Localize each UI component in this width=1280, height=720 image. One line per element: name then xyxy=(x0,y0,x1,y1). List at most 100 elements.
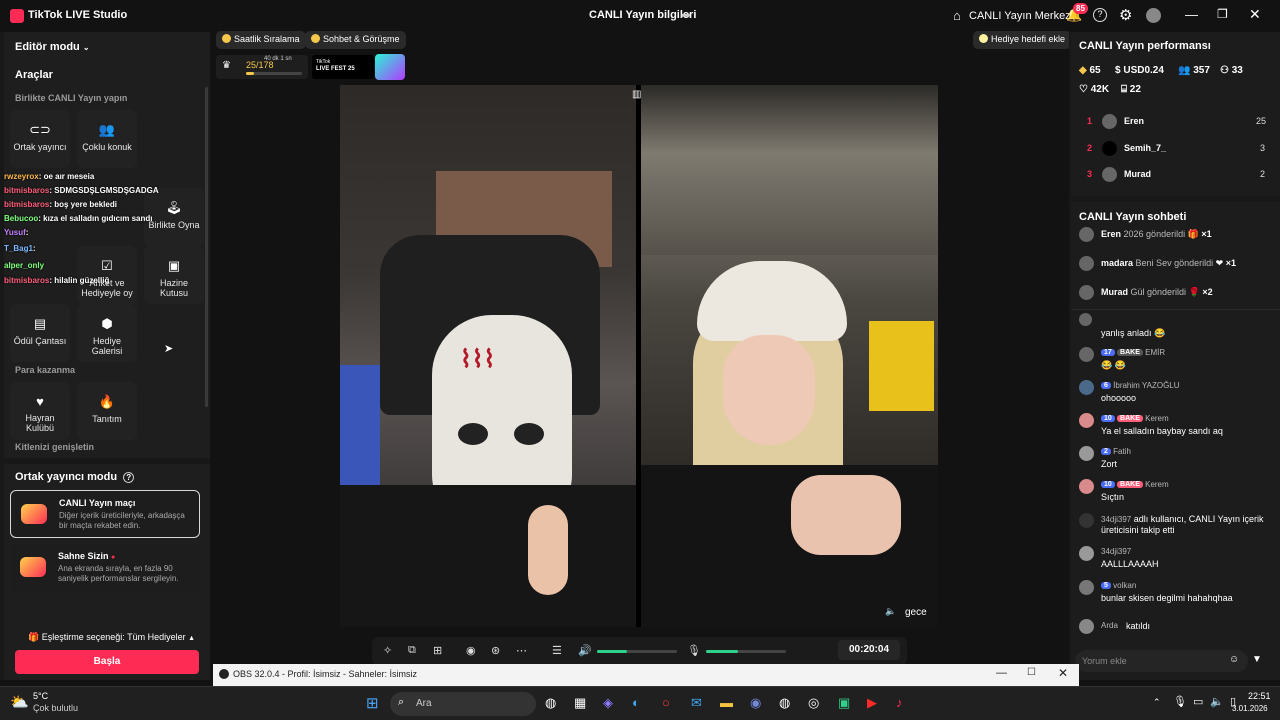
layout-toggle-icon[interactable]: ▥ xyxy=(632,89,641,100)
avatar xyxy=(1079,313,1092,326)
live-center-link[interactable]: CANLI Yayın Merkezi xyxy=(969,10,1073,22)
search-placeholder: Ara xyxy=(416,698,432,709)
windows-start-icon[interactable]: ⊞ xyxy=(366,694,379,712)
volume-slider[interactable] xyxy=(597,650,677,653)
tool-promo[interactable]: 🔥 Tanıtım xyxy=(77,382,137,440)
avatar xyxy=(1079,619,1094,634)
magic-wand-icon[interactable]: ✧ xyxy=(383,644,392,657)
editor-mode-dropdown[interactable]: Editör modu ⌄ xyxy=(15,41,90,53)
chat-username-text: İbrahim YAZOĞLU xyxy=(1113,381,1180,390)
livefest-banner[interactable]: TikTok LIVE FEST 25 xyxy=(312,55,374,79)
tiktok-icon[interactable]: ♪ xyxy=(896,695,903,710)
mic-slider[interactable] xyxy=(706,650,786,653)
obs-maximize-icon[interactable]: ☐ xyxy=(1027,667,1036,678)
tray-mic-icon[interactable]: 🎙 xyxy=(1173,695,1187,708)
gift-goal-chip[interactable]: Hediye hedefi ekle xyxy=(973,31,1072,49)
tool-play-together[interactable]: 🕹 Birlikte Oyna xyxy=(144,188,204,246)
record-icon[interactable]: ◉ xyxy=(466,644,476,657)
left-scrollbar[interactable] xyxy=(205,87,208,407)
tray-chevron-icon[interactable]: ⌃ xyxy=(1153,697,1161,708)
folder-icon[interactable]: ▬ xyxy=(720,695,733,710)
section-expand: Kitlenizi genişletin xyxy=(15,442,95,452)
add-source-icon[interactable]: ⧉ xyxy=(408,644,416,657)
gift-icon: ❤ xyxy=(1215,258,1224,268)
chrome-icon[interactable]: ◍ xyxy=(545,695,556,711)
gift-desc: Gül gönderildi xyxy=(1130,287,1187,297)
start-button[interactable]: Başla xyxy=(15,650,199,674)
taskbar-search[interactable]: ⌕ Ara xyxy=(390,692,536,716)
section-earn: Para kazanma xyxy=(15,365,76,375)
stage-card[interactable]: Sahne Sizin ● Ana ekranda sırayla, en fa… xyxy=(10,544,200,592)
settings-sliders-icon[interactable]: ☰ xyxy=(552,644,562,657)
opera-icon[interactable]: ○ xyxy=(662,695,670,710)
mask-eye-left xyxy=(458,423,488,445)
stage-title: Sahne Sizin xyxy=(58,551,109,561)
app-green-icon[interactable]: ▣ xyxy=(838,695,850,711)
overlay-msg: : hilalin güzelliğ xyxy=(49,276,110,285)
follow-icon xyxy=(1079,513,1094,528)
speaker-icon[interactable]: 🔈 xyxy=(885,606,896,617)
chrome-alt-icon[interactable]: ◍ xyxy=(779,695,790,711)
camera-switch-icon[interactable]: ⊛ xyxy=(491,644,500,657)
home-icon[interactable]: ⌂ xyxy=(953,8,961,23)
weather-desc[interactable]: Çok bulutlu xyxy=(33,703,78,713)
clock-time[interactable]: 22:51 xyxy=(1248,691,1271,701)
tool-cohost[interactable]: ⊂⊃ Ortak yayıncı xyxy=(10,110,70,168)
emoji-icon[interactable]: ☺ xyxy=(1229,654,1239,665)
chat-username: 34dji397 xyxy=(1101,547,1132,556)
likes-value: 42K xyxy=(1090,84,1110,95)
event-badge-icon[interactable] xyxy=(375,54,405,80)
discord-icon[interactable]: ◉ xyxy=(750,695,761,711)
chat-chip-label: Sohbet & Görüşme xyxy=(323,34,400,44)
stage-title-wrap: Sahne Sizin ● xyxy=(58,551,115,561)
tool-multi-guest[interactable]: 👥 Çoklu konuk xyxy=(77,110,137,168)
mail-icon[interactable]: ✉ xyxy=(691,695,702,711)
maximize-icon[interactable]: ❐ xyxy=(1217,7,1228,21)
share-icon[interactable]: ➦ xyxy=(681,8,691,22)
obs-minimize-icon[interactable]: — xyxy=(996,667,1007,679)
microphone-icon[interactable]: 🎙 xyxy=(687,644,701,657)
tool-gift-bag[interactable]: ▤ Ödül Çantası xyxy=(10,304,70,362)
help-icon[interactable]: ? xyxy=(1093,8,1107,22)
tool-poll[interactable]: ☑ Anket ve Hediyeyle oy xyxy=(77,246,137,304)
tray-display-icon[interactable]: ▭ xyxy=(1193,695,1203,708)
obs-window-bar[interactable]: OBS 32.0.4 - Profil: İsimsiz - Sahneler:… xyxy=(213,664,1079,686)
screen-icon[interactable]: ⊞ xyxy=(433,644,442,657)
heart-icon: ♥ xyxy=(36,394,44,409)
obs-icon[interactable]: ◎ xyxy=(808,695,819,711)
volume-icon[interactable]: 🔊 xyxy=(578,644,592,657)
chat-message-text: Ya el salladın baybay sandı aq xyxy=(1101,426,1223,436)
tiktok-logo-icon xyxy=(10,9,24,23)
chat-chip[interactable]: Sohbet & Görüşme xyxy=(305,31,406,49)
tool-treasure[interactable]: ▣ Hazine Kutusu xyxy=(144,246,204,304)
rose-icon: 🌹 xyxy=(1188,287,1200,297)
hourly-ranking-chip[interactable]: Saatlik Sıralama xyxy=(216,31,306,49)
chevron-up-icon: ▲ xyxy=(188,635,196,642)
editor-mode-label: Editör modu xyxy=(15,41,80,53)
clock-date[interactable]: 3.01.2026 xyxy=(1232,704,1268,713)
gift-text: madara Beni Sev gönderildi ❤ ×1 xyxy=(1101,258,1236,269)
avatar xyxy=(1079,285,1094,300)
obs-close-icon[interactable]: ✕ xyxy=(1058,666,1068,680)
progress-widget: ♛ 25/178 40 dk 1 sn xyxy=(216,55,308,79)
weather-temp[interactable]: 5°C xyxy=(33,691,48,701)
stage-icon xyxy=(20,557,46,577)
gift-icon: 🎁 xyxy=(28,632,40,642)
tray-volume-icon[interactable]: 🔈 xyxy=(1210,695,1224,708)
more-icon[interactable]: ⋯ xyxy=(516,644,527,657)
close-icon[interactable]: ✕ xyxy=(1249,6,1261,23)
edge-icon[interactable]: ◐ xyxy=(632,695,640,710)
avatar[interactable] xyxy=(1146,8,1161,23)
live-match-card[interactable]: CANLI Yayın maçı Diğer içerik üreticiler… xyxy=(10,490,200,538)
info-icon[interactable]: ? xyxy=(123,472,135,483)
gear-icon[interactable]: ⚙ xyxy=(1119,6,1132,24)
teams-icon[interactable]: ◈ xyxy=(603,695,613,711)
tool-fan-club[interactable]: ♥ Hayran Kulübü xyxy=(10,382,70,440)
matching-pref-dropdown[interactable]: 🎁 Eşleştirme seçeneği: Tüm Hediyeler ▲ xyxy=(28,632,195,643)
comment-input[interactable]: Yorum ekle xyxy=(1075,650,1248,672)
minimize-icon[interactable]: — xyxy=(1185,7,1198,22)
filter-icon[interactable]: ▼ xyxy=(1252,654,1262,665)
youtube-icon[interactable]: ▶ xyxy=(867,695,877,711)
tool-gift-gallery[interactable]: ⬢ Hediye Galerisi xyxy=(77,304,137,362)
store-icon[interactable]: ▦ xyxy=(574,695,586,711)
